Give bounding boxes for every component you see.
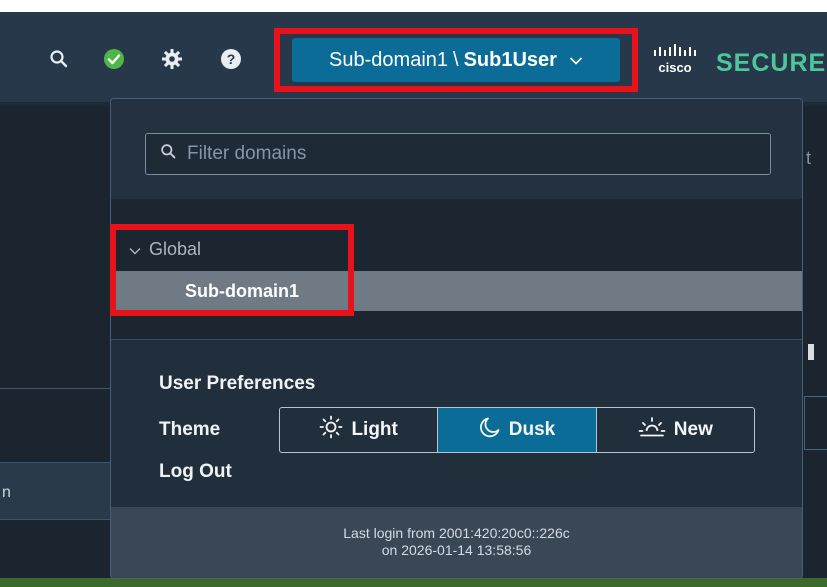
theme-selector: Light Dusk New [279,407,755,453]
filter-domains-field[interactable] [145,133,771,175]
current-domain: Sub-domain1 [329,48,449,71]
domain-separator: \ [453,48,459,71]
theme-option-label: Light [351,419,398,440]
background-divider-left [0,388,110,389]
gear-icon[interactable] [161,48,183,70]
tree-item-label: Sub-domain1 [185,280,300,301]
theme-option-label: Dusk [508,419,556,440]
last-login-line-1: Last login from 2001:420:20c0::226c [343,525,570,541]
last-login-line-2: on 2026-01-14 13:58:56 [381,542,532,558]
domain-tree: Global Sub-domain1 [111,199,802,339]
tree-item-sub-domain1[interactable]: Sub-domain1 [111,271,802,311]
current-user: Sub1User [463,48,557,71]
tree-item-global[interactable]: Global [129,239,201,260]
tree-item-label: Global [149,239,202,259]
search-icon [160,143,177,165]
chevron-down-icon[interactable] [129,239,141,260]
cisco-logo: cisco [652,44,706,80]
theme-option-dusk[interactable]: Dusk [438,408,597,452]
chevron-down-icon [569,49,583,72]
filter-domains-input[interactable] [187,143,727,165]
search-icon[interactable] [48,48,70,70]
background-bottom-strip [0,578,827,587]
svg-text:?: ? [227,51,236,67]
domain-user-selector-button[interactable]: Sub-domain1 \ Sub1User [292,38,620,82]
theme-option-new[interactable]: New [597,408,754,452]
last-login-footer: Last login from 2001:420:20c0::226c on 2… [111,507,802,578]
background-marker [808,344,814,360]
background-text-fragment: n [2,484,11,501]
user-preferences-link[interactable]: User Preferences [159,373,315,395]
theme-option-light[interactable]: Light [280,408,439,452]
sunrise-icon [638,416,674,444]
theme-option-label: New [673,419,713,440]
dropdown-divider [111,339,802,340]
help-icon[interactable]: ? [220,48,242,70]
log-out-link[interactable]: Log Out [159,461,232,483]
domain-dropdown-panel: Global Sub-domain1 User Preferences Them… [110,98,803,579]
status-check-icon[interactable] [103,48,125,70]
moon-icon [479,416,509,444]
filter-zone [111,99,802,199]
background-text-fragment: t [806,148,812,168]
background-box-right [804,396,827,450]
last-login-text: Last login from 2001:420:20c0::226c on 2… [111,525,802,559]
sun-icon [319,415,351,445]
theme-label: Theme [159,419,221,440]
brand-secure-text: SECURE [716,49,827,77]
svg-text:cisco: cisco [658,60,691,75]
background-row-left [0,462,110,520]
